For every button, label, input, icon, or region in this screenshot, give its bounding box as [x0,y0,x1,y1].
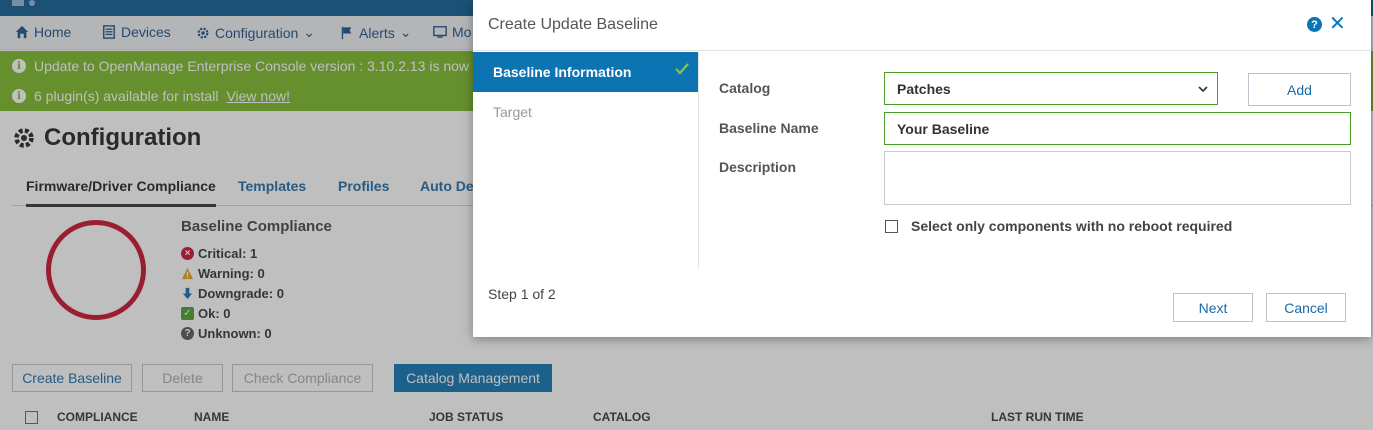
next-button[interactable]: Next [1173,293,1253,322]
step-label: Baseline Information [493,64,632,80]
step-baseline-information[interactable]: Baseline Information [473,52,698,92]
catalog-select-value: Patches [897,80,951,97]
baseline-name-label: Baseline Name [719,120,819,136]
no-reboot-checkbox[interactable] [885,220,898,233]
cancel-button[interactable]: Cancel [1266,293,1346,322]
wizard-steps: Baseline Information Target [473,52,699,269]
help-icon[interactable]: ? [1307,17,1322,32]
no-reboot-label[interactable]: Select only components with no reboot re… [911,218,1232,234]
dialog-title: Create Update Baseline [488,16,658,33]
step-target[interactable]: Target [473,92,698,132]
catalog-label: Catalog [719,80,771,96]
step-counter: Step 1 of 2 [488,286,556,302]
close-icon[interactable]: ✕ [1329,14,1346,34]
create-update-baseline-dialog: Create Update Baseline ? ✕ Baseline Info… [473,0,1371,337]
add-catalog-button[interactable]: Add [1248,73,1351,106]
check-icon [675,63,689,75]
dialog-header: Create Update Baseline ? ✕ [473,0,1371,51]
chevron-down-icon [1198,86,1208,93]
step-label: Target [493,104,532,120]
catalog-select[interactable]: Patches [884,72,1218,105]
baseline-name-input[interactable]: Your Baseline [884,112,1351,145]
description-textarea[interactable] [884,151,1351,205]
description-label: Description [719,159,797,175]
